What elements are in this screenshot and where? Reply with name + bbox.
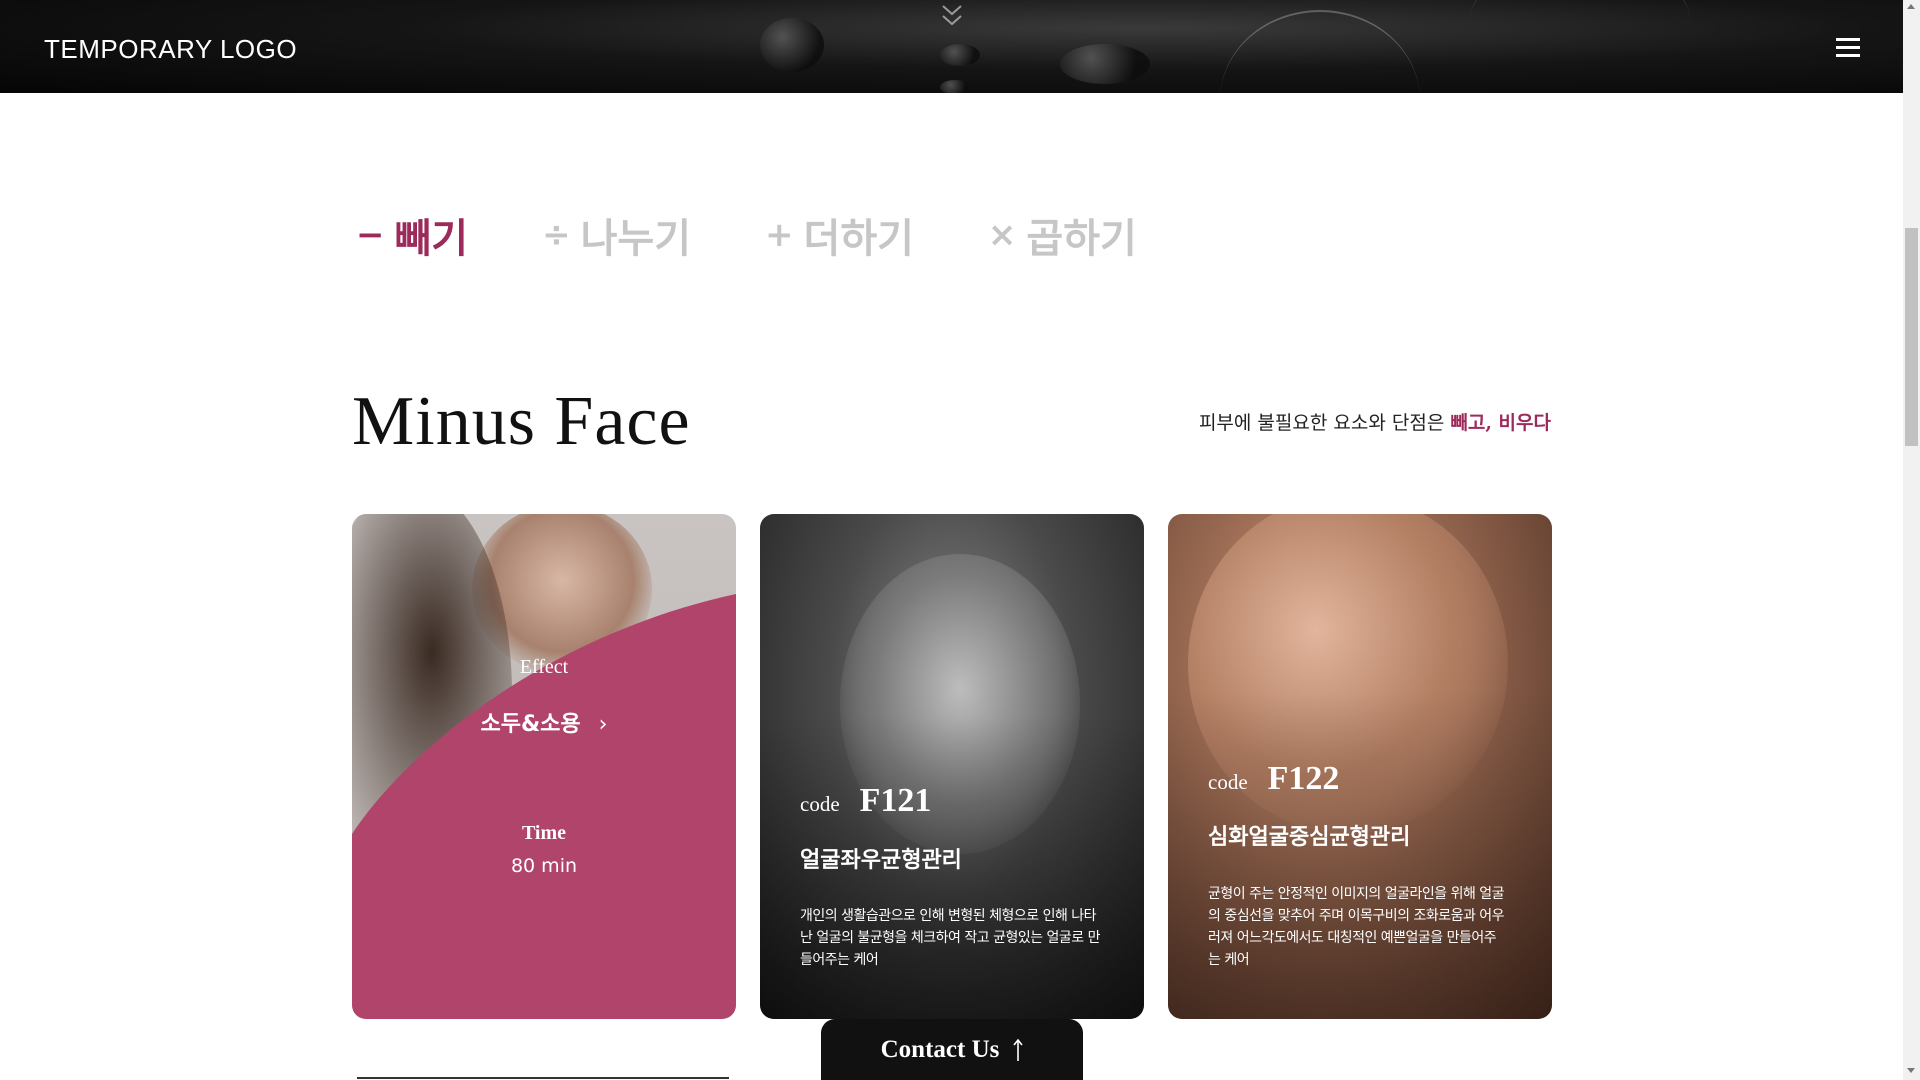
code-value: F122 (1267, 760, 1340, 797)
plus-icon: + (765, 215, 794, 255)
water-drop-decoration (940, 44, 980, 66)
service-card-effect[interactable]: Effect 소두&소용 › Time 80 min (352, 514, 736, 1019)
tab-minus[interactable]: − 빼기 (356, 206, 468, 264)
section-title: Minus Face (352, 383, 691, 460)
code-line: code F121 (800, 782, 931, 820)
minus-icon: − (356, 215, 385, 255)
time-value: 80 min (510, 855, 578, 877)
service-name: 심화얼굴중심균형관리 (1208, 825, 1411, 850)
effect-value-text: 소두&소용 (480, 712, 581, 737)
section-desc-highlight: 빼고, 비우다 (1450, 412, 1551, 434)
effect-value[interactable]: 소두&소용 › (352, 706, 736, 738)
arrow-up-icon (1013, 1038, 1023, 1061)
contact-us-button[interactable]: Contact Us (821, 1019, 1083, 1080)
code-line: code F122 (1208, 760, 1339, 798)
scroll-up-icon[interactable] (1907, 4, 1915, 9)
code-value: F121 (859, 782, 932, 819)
tab-label: 나누기 (580, 216, 692, 262)
next-section-divider (357, 1077, 729, 1079)
site-logo[interactable]: TEMPORARY LOGO (44, 34, 297, 65)
tab-label: 빼기 (394, 216, 469, 262)
water-drop-decoration (1060, 44, 1150, 84)
water-drop-decoration (760, 18, 824, 72)
tab-label: 곱하기 (1026, 216, 1137, 262)
multiply-icon: × (987, 215, 1017, 255)
tab-multiply[interactable]: × 곱하기 (988, 206, 1137, 264)
service-description: 균형이 주는 안정적인 이미지의 얼굴라인을 위해 얼굴의 중심선을 맞추어 주… (1208, 886, 1505, 968)
light-streak-decoration (1470, 0, 1690, 80)
pink-arc-overlay (352, 594, 736, 1019)
water-drop-decoration (940, 80, 970, 93)
category-tabs: − 빼기 ÷ 나누기 + 더하기 × 곱하기 (356, 206, 1211, 264)
service-name: 얼굴좌우균형관리 (800, 848, 962, 873)
tab-label: 더하기 (803, 216, 914, 262)
time-label: Time (521, 822, 567, 844)
divide-icon: ÷ (542, 215, 571, 255)
code-label: code (800, 792, 840, 816)
section-desc-text: 피부에 불필요한 요소와 단점은 (1198, 412, 1451, 434)
scrollbar-thumb[interactable] (1905, 228, 1918, 446)
page-scrollbar[interactable] (1903, 0, 1920, 1080)
chevron-right-icon[interactable]: › (599, 712, 608, 737)
hamburger-menu-icon[interactable] (1836, 38, 1860, 62)
section-description: 피부에 불필요한 요소와 단점은 빼고, 비우다 (1199, 408, 1551, 435)
tab-plus[interactable]: + 더하기 (765, 206, 914, 264)
service-card-f122[interactable]: code F122 심화얼굴중심균형관리 균형이 주는 안정적인 이미지의 얼굴라… (1168, 514, 1552, 1019)
service-description: 개인의 생활습관으로 인해 변형된 체형으로 인해 나타난 얼굴의 불균형을 체… (800, 908, 1101, 968)
chevron-down-icon[interactable] (941, 4, 963, 30)
tab-divide[interactable]: ÷ 나누기 (542, 206, 691, 264)
light-streak-decoration (1220, 10, 1420, 93)
service-card-f121[interactable]: code F121 얼굴좌우균형관리 개인의 생활습관으로 인해 변형된 체형으로… (760, 514, 1144, 1019)
scroll-down-icon[interactable] (1907, 1068, 1915, 1073)
contact-us-label: Contact Us (880, 1035, 1000, 1063)
effect-label: Effect (519, 656, 569, 678)
code-label: code (1208, 770, 1248, 794)
site-header: TEMPORARY LOGO (0, 0, 1903, 93)
